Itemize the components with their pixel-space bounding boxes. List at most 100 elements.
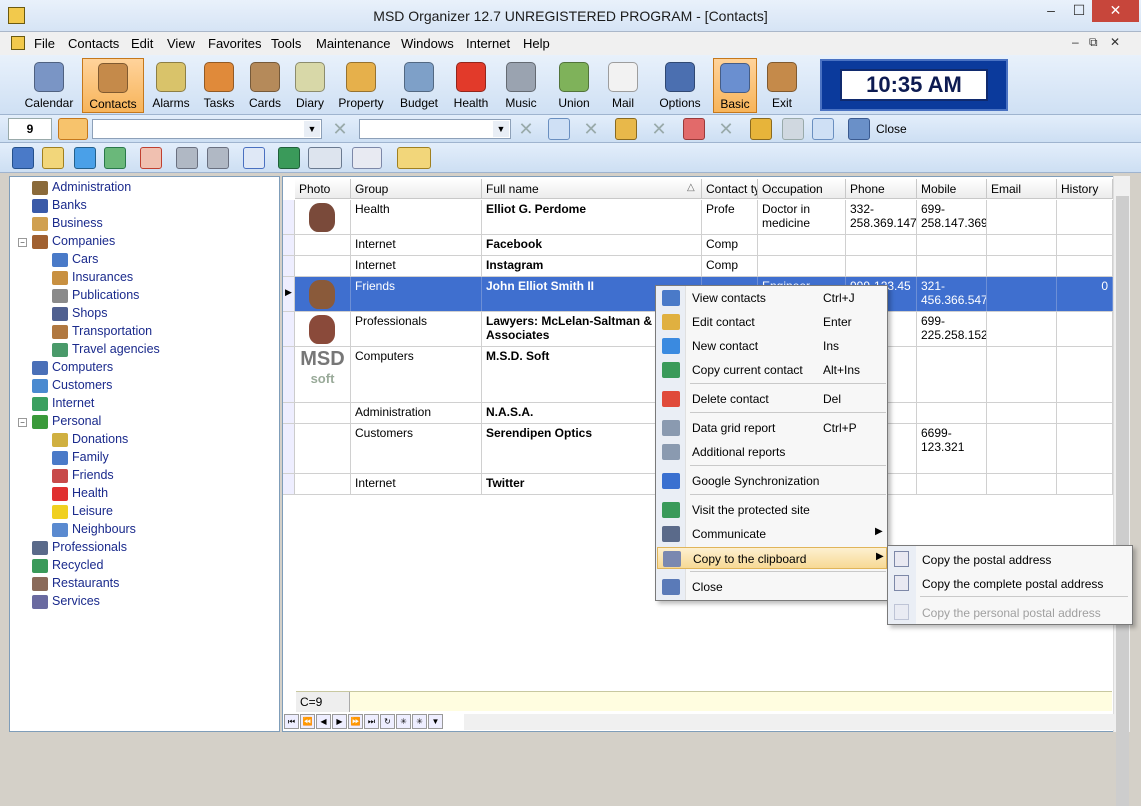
cell-ctype[interactable]: Profe (702, 200, 758, 234)
alarms-button[interactable]: Alarms (146, 58, 196, 113)
tree-item[interactable]: Neighbours (52, 521, 270, 539)
column-header[interactable]: Full name (482, 179, 702, 199)
submenu-item[interactable]: Copy the complete postal address (888, 571, 1132, 595)
cell-history[interactable] (1057, 347, 1113, 402)
gift-icon[interactable] (683, 118, 705, 140)
cell-email[interactable] (987, 403, 1057, 423)
health-button[interactable]: Health (448, 58, 494, 113)
menu-view[interactable]: View (167, 36, 195, 51)
column-header[interactable]: Contact ty (702, 179, 758, 199)
cell-email[interactable] (987, 256, 1057, 276)
clear-gift-icon[interactable]: ✕ (715, 118, 737, 140)
collapse-toggle-icon[interactable]: − (18, 418, 27, 427)
tree-item[interactable]: Cars (52, 251, 270, 269)
checklist-icon[interactable] (548, 118, 570, 140)
tree-item[interactable]: Restaurants (32, 575, 270, 593)
tree-item[interactable]: Administration (32, 179, 270, 197)
last-record-button[interactable]: ⏭ (364, 714, 379, 729)
chevron-down-icon[interactable]: ▼ (304, 121, 320, 137)
tree-item[interactable]: Companies (32, 233, 270, 251)
clipboard-icon[interactable] (352, 147, 382, 169)
cell-name[interactable]: Facebook (482, 235, 702, 255)
filter-combo-1[interactable]: ▼ (92, 119, 322, 139)
cell-group[interactable]: Customers (351, 424, 482, 473)
cell-history[interactable] (1057, 312, 1113, 346)
mdi-restore-button[interactable]: ⧉ (1089, 35, 1098, 50)
table-row[interactable]: Health Elliot G. Perdome Profe Doctor in me… (283, 200, 1113, 235)
edit-contact-icon[interactable] (42, 147, 64, 169)
cell-phone[interactable] (846, 235, 917, 255)
column-header[interactable]: Photo (295, 179, 351, 199)
context-menu-item[interactable]: Data grid report Ctrl+P (657, 417, 887, 439)
diary-button[interactable]: Diary (289, 58, 331, 113)
context-menu-item[interactable]: Delete contact Del (657, 388, 887, 410)
tasks-button[interactable]: Tasks (197, 58, 241, 113)
context-menu-item[interactable]: Google Synchronization (657, 470, 887, 492)
cell-mobile[interactable]: 699-258.147.369 (917, 200, 987, 234)
clear-card-icon[interactable]: ✕ (648, 118, 670, 140)
refresh-button[interactable]: ↻ (380, 714, 395, 729)
context-menu-item[interactable]: View contacts Ctrl+J (657, 287, 887, 309)
cell-group[interactable]: Friends (351, 277, 482, 311)
column-header[interactable]: History (1057, 179, 1113, 199)
column-header[interactable]: Email (987, 179, 1057, 199)
horizontal-scrollbar[interactable] (464, 714, 1114, 730)
context-menu-item[interactable]: Close (657, 576, 887, 598)
tree-item[interactable]: Leisure (52, 503, 270, 521)
column-header[interactable]: Occupation (758, 179, 846, 199)
cell-history[interactable] (1057, 424, 1113, 473)
clear-checklist-icon[interactable]: ✕ (580, 118, 602, 140)
column-header[interactable]: Phone (846, 179, 917, 199)
next-page-button[interactable]: ⏩ (348, 714, 363, 729)
tree-item[interactable]: Donations (52, 431, 270, 449)
view-contacts-icon[interactable] (12, 147, 34, 169)
tree-item[interactable]: Publications (52, 287, 270, 305)
cell-mobile[interactable]: 321-456.366.547 (917, 277, 987, 311)
music-button[interactable]: Music (500, 58, 542, 113)
cell-history[interactable] (1057, 403, 1113, 423)
cell-occupation[interactable] (758, 256, 846, 276)
chevron-down-icon[interactable]: ▼ (493, 121, 509, 137)
context-menu-item[interactable]: Copy to the clipboard ▶ (657, 547, 887, 569)
delete-contact-icon[interactable] (140, 147, 162, 169)
cell-email[interactable] (987, 235, 1057, 255)
cell-mobile[interactable] (917, 347, 987, 402)
cell-email[interactable] (987, 474, 1057, 494)
cell-email[interactable] (987, 347, 1057, 402)
filter-combo-2[interactable]: ▼ (359, 119, 511, 139)
cell-email[interactable] (987, 277, 1057, 311)
cell-group[interactable]: Internet (351, 235, 482, 255)
context-menu-item[interactable]: Visit the protected site (657, 499, 887, 521)
cell-ctype[interactable]: Comp (702, 256, 758, 276)
tree-item[interactable]: Banks (32, 197, 270, 215)
cell-history[interactable] (1057, 200, 1113, 234)
tree-item[interactable]: Computers (32, 359, 270, 377)
linked-icon[interactable] (782, 118, 804, 140)
tree-item[interactable]: Customers (32, 377, 270, 395)
cell-group[interactable]: Health (351, 200, 482, 234)
collapse-toggle-icon[interactable]: − (18, 238, 27, 247)
cell-history[interactable] (1057, 235, 1113, 255)
globe-lock-icon[interactable] (278, 147, 300, 169)
favorites-icon[interactable] (750, 118, 772, 140)
property-button[interactable]: Property (334, 58, 388, 113)
maximize-button[interactable]: ☐ (1064, 0, 1094, 22)
menu-edit[interactable]: Edit (131, 36, 153, 51)
cell-ctype[interactable]: Comp (702, 235, 758, 255)
cell-mobile[interactable] (917, 235, 987, 255)
cell-mobile[interactable]: 699-225.258.152 (917, 312, 987, 346)
first-record-button[interactable]: ⏮ (284, 714, 299, 729)
prev-page-button[interactable]: ⏪ (300, 714, 315, 729)
cell-phone[interactable] (846, 256, 917, 276)
cell-email[interactable] (987, 200, 1057, 234)
context-menu-item[interactable]: New contact Ins (657, 335, 887, 357)
cell-mobile[interactable] (917, 474, 987, 494)
cell-history[interactable]: 0 (1057, 277, 1113, 311)
column-header[interactable]: Group (351, 179, 482, 199)
tree-view-toggle-icon[interactable] (58, 118, 88, 140)
column-header[interactable]: Mobile (917, 179, 987, 199)
reports-icon[interactable] (207, 147, 229, 169)
mdi-close-button[interactable]: ✕ (1110, 35, 1120, 49)
prev-record-button[interactable]: ◀ (316, 714, 331, 729)
context-menu-item[interactable]: Additional reports (657, 441, 887, 463)
